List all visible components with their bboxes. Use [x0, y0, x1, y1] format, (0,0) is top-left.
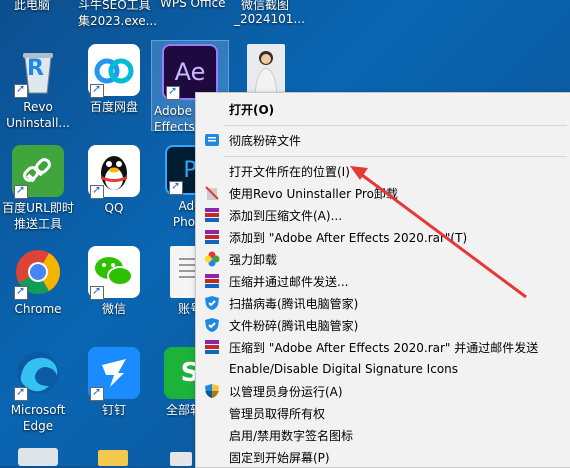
edge-icon	[12, 347, 64, 401]
recycle-bin-icon[interactable]	[18, 448, 58, 466]
menu-item-add-to-rar[interactable]: 添加到 "Adobe After Effects 2020.rar"(T)	[196, 226, 570, 248]
folder-icon[interactable]	[98, 450, 128, 466]
desktop-icon-label: Microsoft Edge	[10, 403, 66, 433]
menu-item-revo-uninstall[interactable]: 使用Revo Uninstaller Pro卸载	[196, 182, 570, 204]
menu-separator	[224, 156, 567, 157]
menu-item-label: 压缩到 "Adobe After Effects 2020.rar" 并通过邮件…	[229, 340, 539, 355]
desktop-icon-label: 百度网盘	[89, 100, 138, 114]
uac-shield-icon	[204, 383, 220, 399]
blank-icon	[204, 405, 220, 421]
desktop-icon-label: QQ	[104, 201, 124, 215]
menu-item-label: 使用Revo Uninstaller Pro卸载	[229, 186, 398, 201]
winrar-icon	[204, 229, 220, 245]
menu-item-label: 文件粉碎(腾讯电脑管家)	[229, 318, 359, 333]
menu-separator	[224, 125, 567, 126]
top-label-douniu-2[interactable]: 集2023.exe...	[78, 12, 157, 29]
menu-item-label: 以管理员身份运行(A)	[229, 384, 343, 399]
shield-icon	[204, 317, 220, 333]
menu-item-label: 扫描病毒(腾讯电脑管家)	[229, 296, 359, 311]
top-label-this-pc[interactable]: 此电脑	[14, 0, 50, 13]
menu-item-run-as-admin[interactable]: 以管理员身份运行(A)	[196, 380, 570, 402]
desktop-icon-revo[interactable]: R Revo Uninstall...	[0, 44, 76, 131]
menu-item-compress-to-rar-email[interactable]: 压缩到 "Adobe After Effects 2020.rar" 并通过邮件…	[196, 336, 570, 358]
shortcut-arrow-icon	[14, 82, 28, 98]
shield-icon	[204, 295, 220, 311]
photo-thumbnail-icon	[247, 44, 285, 96]
winrar-icon	[204, 207, 220, 223]
menu-item-label: 压缩并通过邮件发送...	[229, 274, 349, 289]
shortcut-arrow-icon	[14, 385, 28, 401]
chrome-icon	[12, 246, 64, 300]
desktop-icon-chrome[interactable]: Chrome	[0, 246, 76, 317]
shortcut-arrow-icon	[169, 179, 183, 195]
shortcut-arrow-icon	[90, 82, 104, 98]
desktop-icon-wechat[interactable]: 微信	[76, 246, 152, 317]
menu-item-label: 打开(O)	[229, 102, 275, 117]
file-icon[interactable]	[170, 452, 192, 466]
menu-item-label: 启用/禁用数字签名图标	[229, 428, 354, 443]
link-icon	[12, 145, 64, 199]
desktop-icon-baidu-url[interactable]: 百度URL即时 推送工具	[0, 145, 76, 232]
menu-item-label: 管理员取得所有权	[229, 406, 326, 421]
menu-item-label: 添加到 "Adobe After Effects 2020.rar"(T)	[229, 230, 468, 245]
winrar-icon	[204, 273, 220, 289]
blank-icon	[204, 101, 220, 117]
shortcut-arrow-icon	[90, 385, 104, 401]
shortcut-arrow-icon	[166, 84, 180, 100]
desktop-icon-baidu-pan[interactable]: 百度网盘	[76, 44, 152, 115]
menu-item-label: 彻底粉碎文件	[229, 133, 302, 148]
revo-uninstaller-icon	[204, 185, 220, 201]
desktop-icon-photo[interactable]	[228, 44, 304, 96]
desktop-icon-label: Chrome	[14, 302, 62, 316]
context-menu: 打开(O) 彻底粉碎文件 打开文件所在的位置(I) 使用Revo Uninsta…	[195, 92, 570, 468]
menu-item-label: 固定到开始屏幕(P)	[229, 450, 330, 465]
baidu-pan-icon	[88, 44, 140, 98]
menu-item-label: 打开文件所在的位置(I)	[229, 164, 350, 179]
qq-penguin-icon	[88, 145, 140, 199]
shortcut-arrow-icon	[90, 284, 104, 300]
svg-text:R: R	[27, 56, 44, 81]
top-label-wps[interactable]: WPS Office	[160, 0, 226, 10]
shortcut-arrow-icon	[14, 284, 28, 300]
menu-item-open[interactable]: 打开(O)	[196, 98, 570, 120]
blank-icon	[204, 427, 220, 443]
desktop-icon-edge[interactable]: Microsoft Edge	[0, 347, 76, 434]
menu-item-digital-signature-cn[interactable]: 启用/禁用数字签名图标	[196, 424, 570, 446]
shredder-icon	[204, 132, 220, 148]
desktop-icon-label: Revo Uninstall...	[6, 100, 70, 130]
menu-item-add-to-archive[interactable]: 添加到压缩文件(A)...	[196, 204, 570, 226]
dingtalk-icon	[88, 347, 140, 401]
blank-icon	[204, 449, 220, 465]
blank-icon	[204, 361, 220, 377]
menu-item-label: 强力卸载	[229, 252, 278, 267]
menu-item-digital-signature-en[interactable]: Enable/Disable Digital Signature Icons	[196, 358, 570, 380]
menu-item-file-shred-tencent[interactable]: 文件粉碎(腾讯电脑管家)	[196, 314, 570, 336]
menu-item-pin-to-start[interactable]: 固定到开始屏幕(P)	[196, 446, 570, 468]
menu-item-compress-email[interactable]: 压缩并通过邮件发送...	[196, 270, 570, 292]
wechat-icon	[88, 246, 140, 300]
menu-item-open-file-location[interactable]: 打开文件所在的位置(I)	[196, 160, 570, 182]
blank-icon	[204, 163, 220, 179]
menu-item-scan-virus[interactable]: 扫描病毒(腾讯电脑管家)	[196, 292, 570, 314]
desktop-icon-qq[interactable]: QQ	[76, 145, 152, 216]
desktop-icon-label: 微信	[101, 302, 126, 316]
top-label-wechat-shot-2[interactable]: _2024101...	[234, 12, 305, 26]
menu-item-take-ownership[interactable]: 管理员取得所有权	[196, 402, 570, 424]
desktop-icon-dingding[interactable]: 钉钉	[76, 347, 152, 418]
shortcut-arrow-icon	[14, 183, 28, 199]
pinwheel-icon	[204, 251, 220, 267]
winrar-icon	[204, 339, 220, 355]
menu-item-shred-file[interactable]: 彻底粉碎文件	[196, 129, 570, 151]
shortcut-arrow-icon	[90, 183, 104, 199]
revo-icon: R	[12, 44, 64, 98]
desktop-icon-label: 钉钉	[101, 403, 126, 417]
menu-item-label: Enable/Disable Digital Signature Icons	[229, 362, 459, 376]
menu-item-force-uninstall[interactable]: 强力卸载	[196, 248, 570, 270]
desktop-icon-label: 百度URL即时 推送工具	[2, 201, 74, 231]
menu-item-label: 添加到压缩文件(A)...	[229, 208, 343, 223]
